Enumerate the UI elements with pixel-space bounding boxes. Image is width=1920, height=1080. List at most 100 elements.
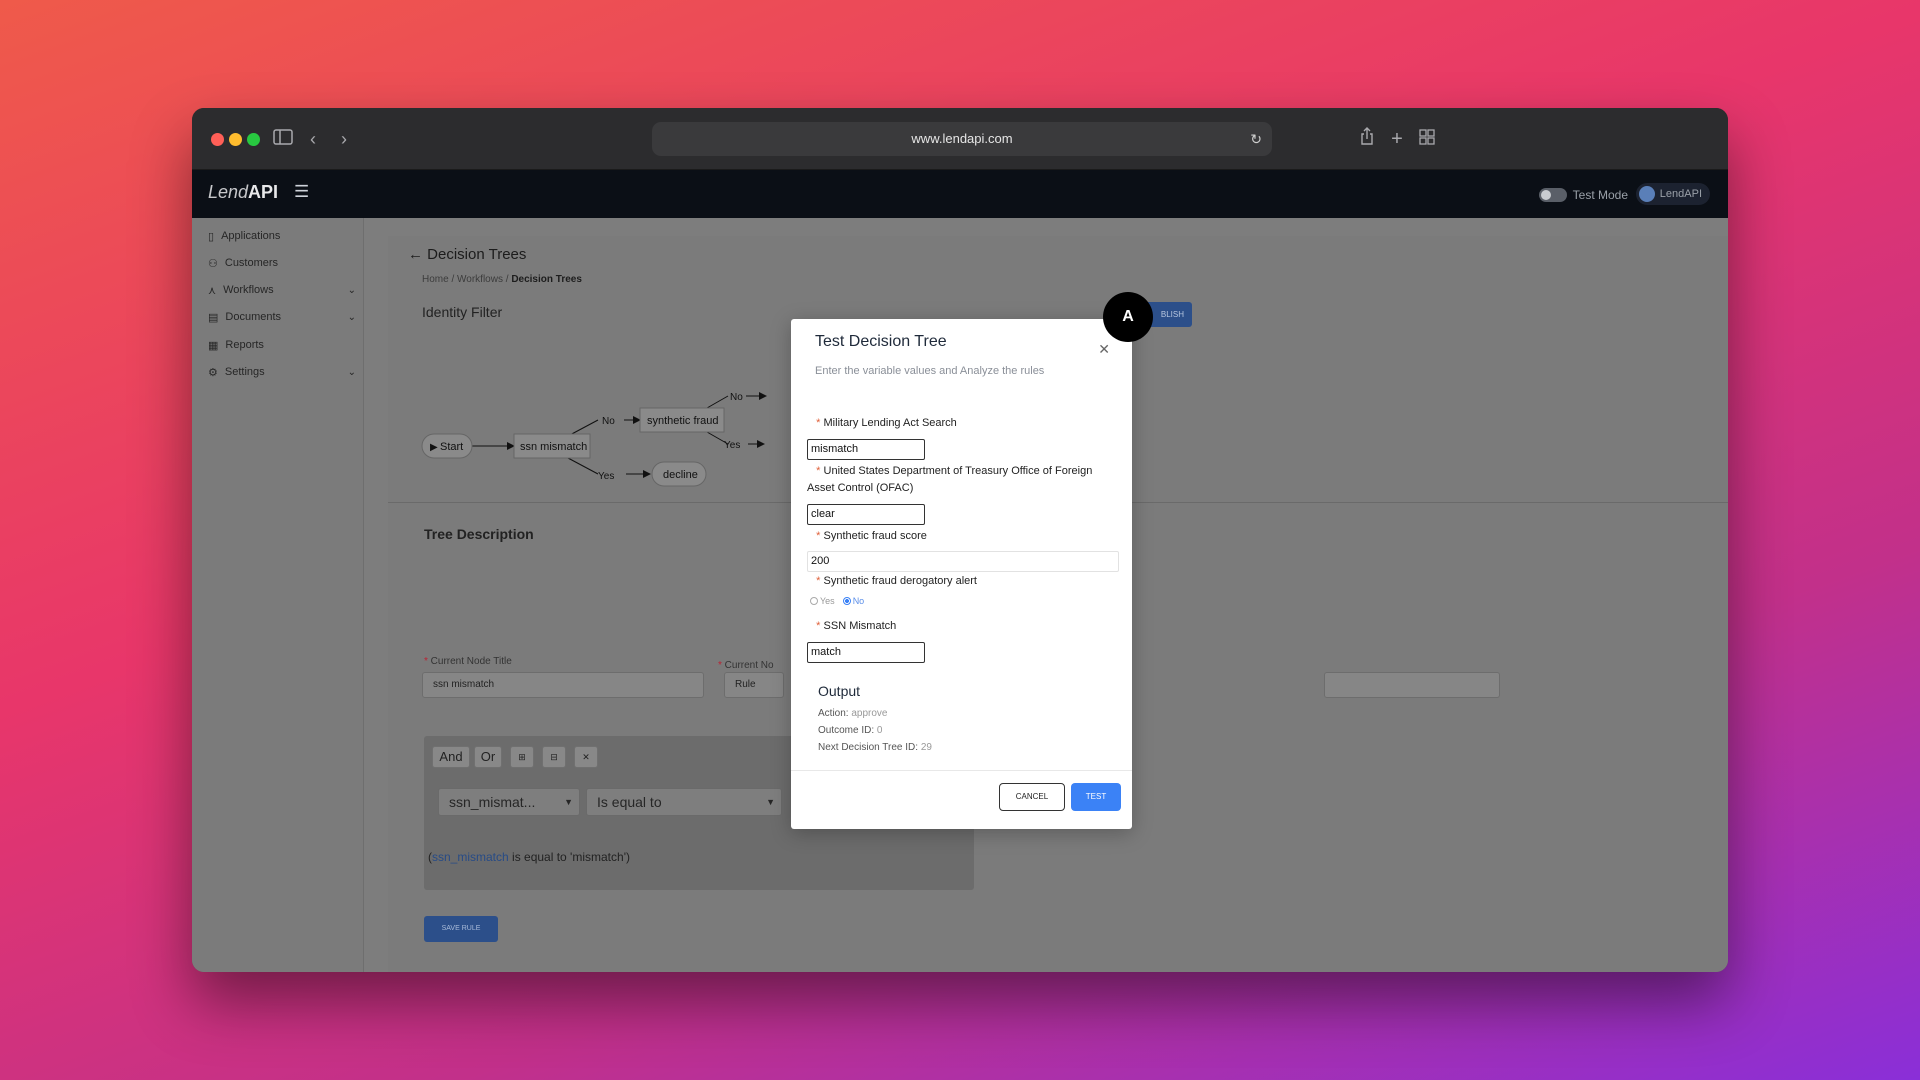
breadcrumb-home[interactable]: Home xyxy=(422,274,449,285)
file-icon: ▯ xyxy=(208,230,215,243)
remove-group-icon[interactable]: ✕ xyxy=(574,746,598,768)
back-icon[interactable]: ‹ xyxy=(300,126,326,152)
add-group-icon[interactable]: ⊟ xyxy=(542,746,566,768)
tree-node-ssn-mismatch[interactable]: ssn mismatch xyxy=(513,433,591,459)
sidebar-item-customers[interactable]: ⚇ Customers xyxy=(208,253,356,273)
radio-no[interactable] xyxy=(842,597,851,605)
ssn-mismatch-input[interactable]: match xyxy=(807,642,925,663)
modal-subtitle: Enter the variable values and Analyze th… xyxy=(815,365,1045,377)
user-name: LendAPI xyxy=(1659,188,1702,200)
svg-text:▶: ▶ xyxy=(430,442,438,453)
add-rule-icon[interactable]: ⊞ xyxy=(510,746,534,768)
current-node-type-select[interactable]: Rule xyxy=(724,672,784,698)
sidebar-item-documents[interactable]: ▤ Documents ⌄ xyxy=(208,307,356,327)
edge-label-no-2: No xyxy=(730,392,743,403)
minimize-window-button[interactable] xyxy=(229,133,242,146)
user-menu[interactable]: LendAPI xyxy=(1635,183,1710,205)
synthetic-score-input[interactable]: 200 xyxy=(807,551,1119,572)
cancel-button[interactable]: CANCEL xyxy=(999,783,1065,811)
sidebar-item-workflows[interactable]: ⋏ Workflows ⌄ xyxy=(208,280,356,300)
close-window-button[interactable] xyxy=(211,133,224,146)
modal-title: Test Decision Tree xyxy=(815,333,947,350)
maximize-window-button[interactable] xyxy=(247,133,260,146)
tree-name-heading: Identity Filter xyxy=(422,304,503,320)
annotation-badge: A xyxy=(1103,292,1153,342)
decline-node-label: decline xyxy=(663,469,698,481)
browser-titlebar: ‹ › www.lendapi.com ↻ + xyxy=(192,108,1728,170)
caret-down-icon: ▼ xyxy=(564,797,573,807)
output-action: Action: approve xyxy=(818,708,888,719)
back-arrow-icon[interactable]: ← xyxy=(408,246,423,263)
synthetic-node-label: synthetic fraud xyxy=(647,415,719,427)
sidebar-toggle-icon[interactable] xyxy=(270,126,296,152)
rule-field-select[interactable]: ssn_mismat... ▼ xyxy=(438,788,580,816)
toggle-icon[interactable] xyxy=(1538,188,1567,202)
tree-node-start[interactable]: ▶ Start xyxy=(421,433,473,459)
output-heading: Output xyxy=(818,683,861,699)
start-node-label: Start xyxy=(440,441,463,453)
forward-icon[interactable]: › xyxy=(331,126,357,152)
sidebar-item-label: Settings xyxy=(224,366,265,378)
field-label-synthetic-score: * Synthetic fraud score xyxy=(807,530,927,542)
current-node-title-label: * Current Node Title xyxy=(424,656,512,667)
close-icon[interactable]: ✕ xyxy=(1098,341,1110,358)
field-label-ofac: * United States Department of Treasury O… xyxy=(807,465,1093,494)
chevron-down-icon: ⌄ xyxy=(347,284,356,296)
tab-overview-icon[interactable] xyxy=(1414,126,1440,152)
test-mode-switch[interactable]: Test Mode xyxy=(1538,184,1628,206)
sidebar-item-label: Customers xyxy=(224,257,279,269)
output-next-tree-id: Next Decision Tree ID: 29 xyxy=(818,742,932,753)
ofac-input[interactable]: clear xyxy=(807,504,925,525)
sidebar-item-label: Reports xyxy=(225,339,264,351)
radio-no-label: No xyxy=(852,596,865,606)
avatar xyxy=(1638,186,1655,202)
tree-description-heading: Tree Description xyxy=(424,526,534,542)
military-lending-input[interactable]: mismatch xyxy=(807,439,925,460)
page-title: ← Decision Trees xyxy=(408,246,527,263)
radio-yes-label: Yes xyxy=(820,596,835,606)
rule-expression: (ssn_mismatch is equal to 'mismatch') xyxy=(428,850,630,864)
rule-operator-select[interactable]: Is equal to ▼ xyxy=(586,788,782,816)
report-icon: ▦ xyxy=(208,339,219,352)
and-combinator-button[interactable]: And xyxy=(432,746,470,768)
top-navigation: LendAPI ☰ Test Mode LendAPI xyxy=(192,170,1728,218)
field-label-military-lending: * Military Lending Act Search xyxy=(807,417,957,429)
save-rule-button[interactable]: SAVE RULE xyxy=(424,916,498,942)
derogatory-alert-radio-group: Yes No xyxy=(810,596,864,606)
document-icon: ▤ xyxy=(208,311,219,324)
field-label-derogatory-alert: * Synthetic fraud derogatory alert xyxy=(807,575,977,587)
breadcrumb-workflows[interactable]: Workflows xyxy=(457,274,503,285)
sidebar-item-settings[interactable]: ⚙ Settings ⌄ xyxy=(208,362,356,382)
current-node-title-input[interactable]: ssn mismatch xyxy=(422,672,704,698)
test-button[interactable]: TEST xyxy=(1071,783,1121,811)
tree-node-decline[interactable]: decline xyxy=(651,461,707,487)
new-tab-icon[interactable]: + xyxy=(1384,126,1410,152)
menu-toggle-icon[interactable]: ☰ xyxy=(294,182,309,202)
node-extra-field[interactable] xyxy=(1324,672,1500,698)
breadcrumb-current: Decision Trees xyxy=(511,274,582,285)
current-node-type-label: * Current No xyxy=(718,660,774,671)
sidebar-item-label: Workflows xyxy=(223,284,274,296)
caret-down-icon: ▼ xyxy=(766,797,775,807)
sidebar-item-reports[interactable]: ▦ Reports xyxy=(208,335,356,355)
or-combinator-button[interactable]: Or xyxy=(474,746,502,768)
sidebar: ▯ Applications ⚇ Customers ⋏ Workflows ⌄… xyxy=(192,218,364,972)
lendapi-logo[interactable]: LendAPI xyxy=(208,182,278,203)
sidebar-item-label: Documents xyxy=(225,311,282,323)
output-outcome-id: Outcome ID: 0 xyxy=(818,725,883,736)
sidebar-item-applications[interactable]: ▯ Applications xyxy=(208,226,356,246)
chevron-down-icon: ⌄ xyxy=(347,311,356,323)
address-bar[interactable]: www.lendapi.com ↻ xyxy=(652,122,1272,156)
workflow-icon: ⋏ xyxy=(208,284,217,297)
share-icon[interactable] xyxy=(1354,126,1380,152)
radio-yes[interactable] xyxy=(810,597,818,605)
url-text: www.lendapi.com xyxy=(911,131,1013,146)
chevron-down-icon: ⌄ xyxy=(347,366,356,378)
ssn-node-label: ssn mismatch xyxy=(520,441,587,453)
edge-label-yes: Yes xyxy=(598,471,614,482)
tree-node-synthetic-fraud[interactable]: synthetic fraud xyxy=(639,407,725,433)
sidebar-item-label: Applications xyxy=(221,230,281,242)
reload-icon[interactable]: ↻ xyxy=(1250,122,1262,156)
gear-icon: ⚙ xyxy=(208,366,218,379)
edge-label-no: No xyxy=(602,416,615,427)
